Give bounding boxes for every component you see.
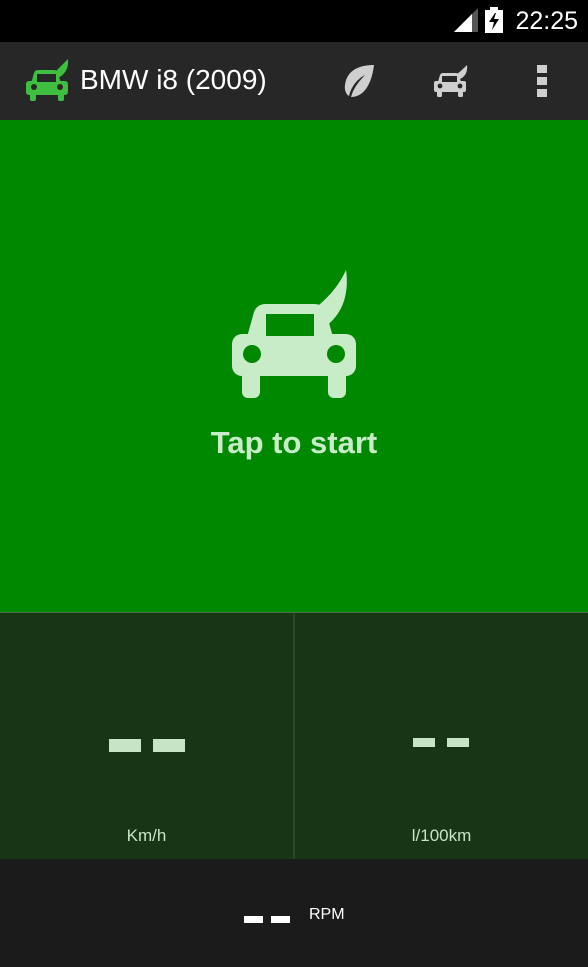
fuel-value-placeholder <box>413 738 469 747</box>
rpm-unit-label: RPM <box>309 906 345 923</box>
car-leaf-icon <box>232 270 356 398</box>
start-label: Tap to start <box>210 425 378 460</box>
page-title: BMW i8 (2009) <box>80 64 267 95</box>
battery-charging-icon <box>485 7 503 33</box>
leaf-icon <box>344 65 374 97</box>
app-logo-icon <box>26 59 69 101</box>
car-profile-button[interactable] <box>418 42 482 120</box>
rpm-value-placeholder <box>244 916 290 923</box>
more-vert-icon <box>537 65 547 97</box>
action-bar: BMW i8 (2009) <box>0 42 588 120</box>
car-leaf-icon <box>434 65 468 97</box>
status-clock: 22:25 <box>515 7 578 35</box>
fuel-consumption-gauge: l/100km <box>295 613 588 859</box>
eco-leaf-button[interactable] <box>327 42 391 120</box>
overflow-menu-button[interactable] <box>510 42 574 120</box>
start-button[interactable]: Tap to start <box>0 120 588 612</box>
signal-icon <box>454 8 478 32</box>
rpm-gauge: RPM <box>0 859 588 967</box>
fuel-unit-label: l/100km <box>411 826 472 845</box>
speed-value-placeholder <box>109 739 185 752</box>
speed-unit-label: Km/h <box>126 826 167 845</box>
speed-gauge: Km/h <box>0 613 293 859</box>
status-bar: 22:25 <box>0 0 588 42</box>
